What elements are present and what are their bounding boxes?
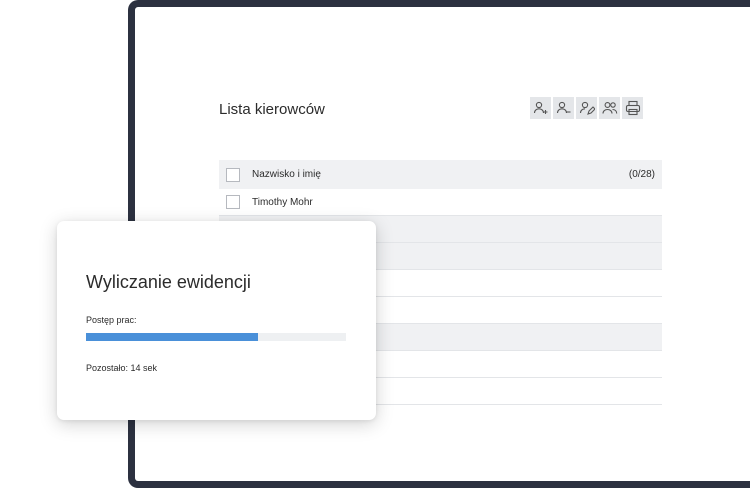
toolbar bbox=[530, 97, 643, 119]
driver-groups-button[interactable] bbox=[599, 97, 620, 119]
progress-dialog: Wyliczanie ewidencji Postęp prac: Pozost… bbox=[57, 221, 376, 420]
row-checkbox[interactable] bbox=[226, 195, 240, 209]
table-header: Nazwisko i imię (0/28) bbox=[219, 160, 662, 189]
add-driver-button[interactable] bbox=[530, 97, 551, 119]
add-person-icon bbox=[533, 101, 547, 114]
remove-person-icon bbox=[556, 101, 570, 114]
progress-bar bbox=[86, 333, 346, 341]
dialog-title: Wyliczanie ewidencji bbox=[86, 272, 251, 292]
selection-count: (0/28) bbox=[628, 169, 655, 180]
table-row[interactable]: Timothy Mohr bbox=[219, 189, 662, 216]
progress-bar-fill bbox=[86, 333, 258, 341]
driver-name: Timothy Mohr bbox=[252, 196, 313, 208]
progress-label: Postęp prac: bbox=[86, 315, 137, 325]
remove-driver-button[interactable] bbox=[553, 97, 574, 119]
name-column-header: Nazwisko i imię bbox=[252, 169, 321, 180]
print-button[interactable] bbox=[622, 97, 643, 119]
edit-person-icon bbox=[579, 101, 595, 115]
page-title: Lista kierowców bbox=[219, 101, 325, 118]
people-group-icon bbox=[601, 102, 617, 114]
time-remaining: Pozostało: 14 sek bbox=[86, 363, 158, 373]
printer-icon bbox=[625, 100, 640, 116]
select-all-checkbox[interactable] bbox=[226, 167, 240, 182]
edit-driver-button[interactable] bbox=[576, 97, 597, 119]
